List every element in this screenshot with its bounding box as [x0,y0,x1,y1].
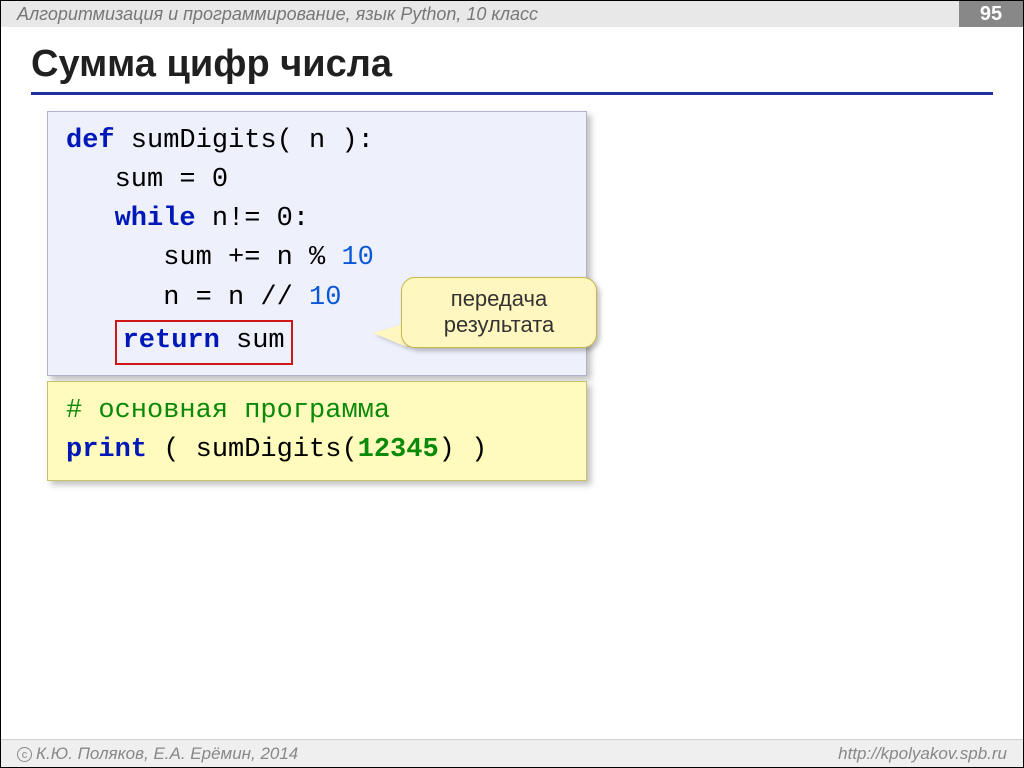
code-block-main: # основная программа print ( sumDigits(1… [47,381,587,481]
return-highlight: return sum [115,320,293,365]
code-line-4: sum += n % 10 [66,239,568,278]
callout-line-1: передача [414,286,584,312]
code-line-1: def sumDigits( n ): [66,122,568,161]
code-line-3: while n!= 0: [66,200,568,239]
slide: Алгоритмизация и программирование, язык … [0,0,1024,768]
callout-line-2: результата [414,312,584,338]
authors-text: К.Ю. Поляков, Е.А. Ерёмин, 2014 [36,744,298,763]
literal-arg: 12345 [358,435,439,465]
code-text: sum += n % [163,243,341,273]
page-number-text: 95 [980,3,1002,26]
footer-bar: c К.Ю. Поляков, Е.А. Ерёмин, 2014 http://… [1,739,1023,767]
page-number: 95 [959,1,1023,27]
keyword-def: def [66,126,115,156]
code-text: n = n // [163,283,309,313]
footer-url: http://kpolyakov.spb.ru [838,744,1007,764]
code-text: sum = 0 [115,165,228,195]
copyright-icon: c [17,747,32,762]
code-text: sumDigits( n ): [115,126,374,156]
code-line-2: sum = 0 [66,161,568,200]
code-call-line: print ( sumDigits(12345) ) [66,431,568,470]
slide-title: Сумма цифр числа [31,43,993,95]
code-text: ( sumDigits( [147,435,358,465]
footer-authors: c К.Ю. Поляков, Е.А. Ерёмин, 2014 [17,744,298,764]
code-text: sum [220,326,285,356]
header-bar: Алгоритмизация и программирование, язык … [1,1,1023,27]
code-text: ) ) [439,435,488,465]
keyword-return: return [123,326,220,356]
code-text: n!= 0: [196,204,309,234]
code-comment: # основная программа [66,392,568,431]
keyword-print: print [66,435,147,465]
literal-10: 10 [309,283,341,313]
keyword-while: while [115,204,196,234]
callout-bubble: передача результата [401,277,597,348]
literal-10: 10 [341,243,373,273]
course-label: Алгоритмизация и программирование, язык … [17,4,538,25]
